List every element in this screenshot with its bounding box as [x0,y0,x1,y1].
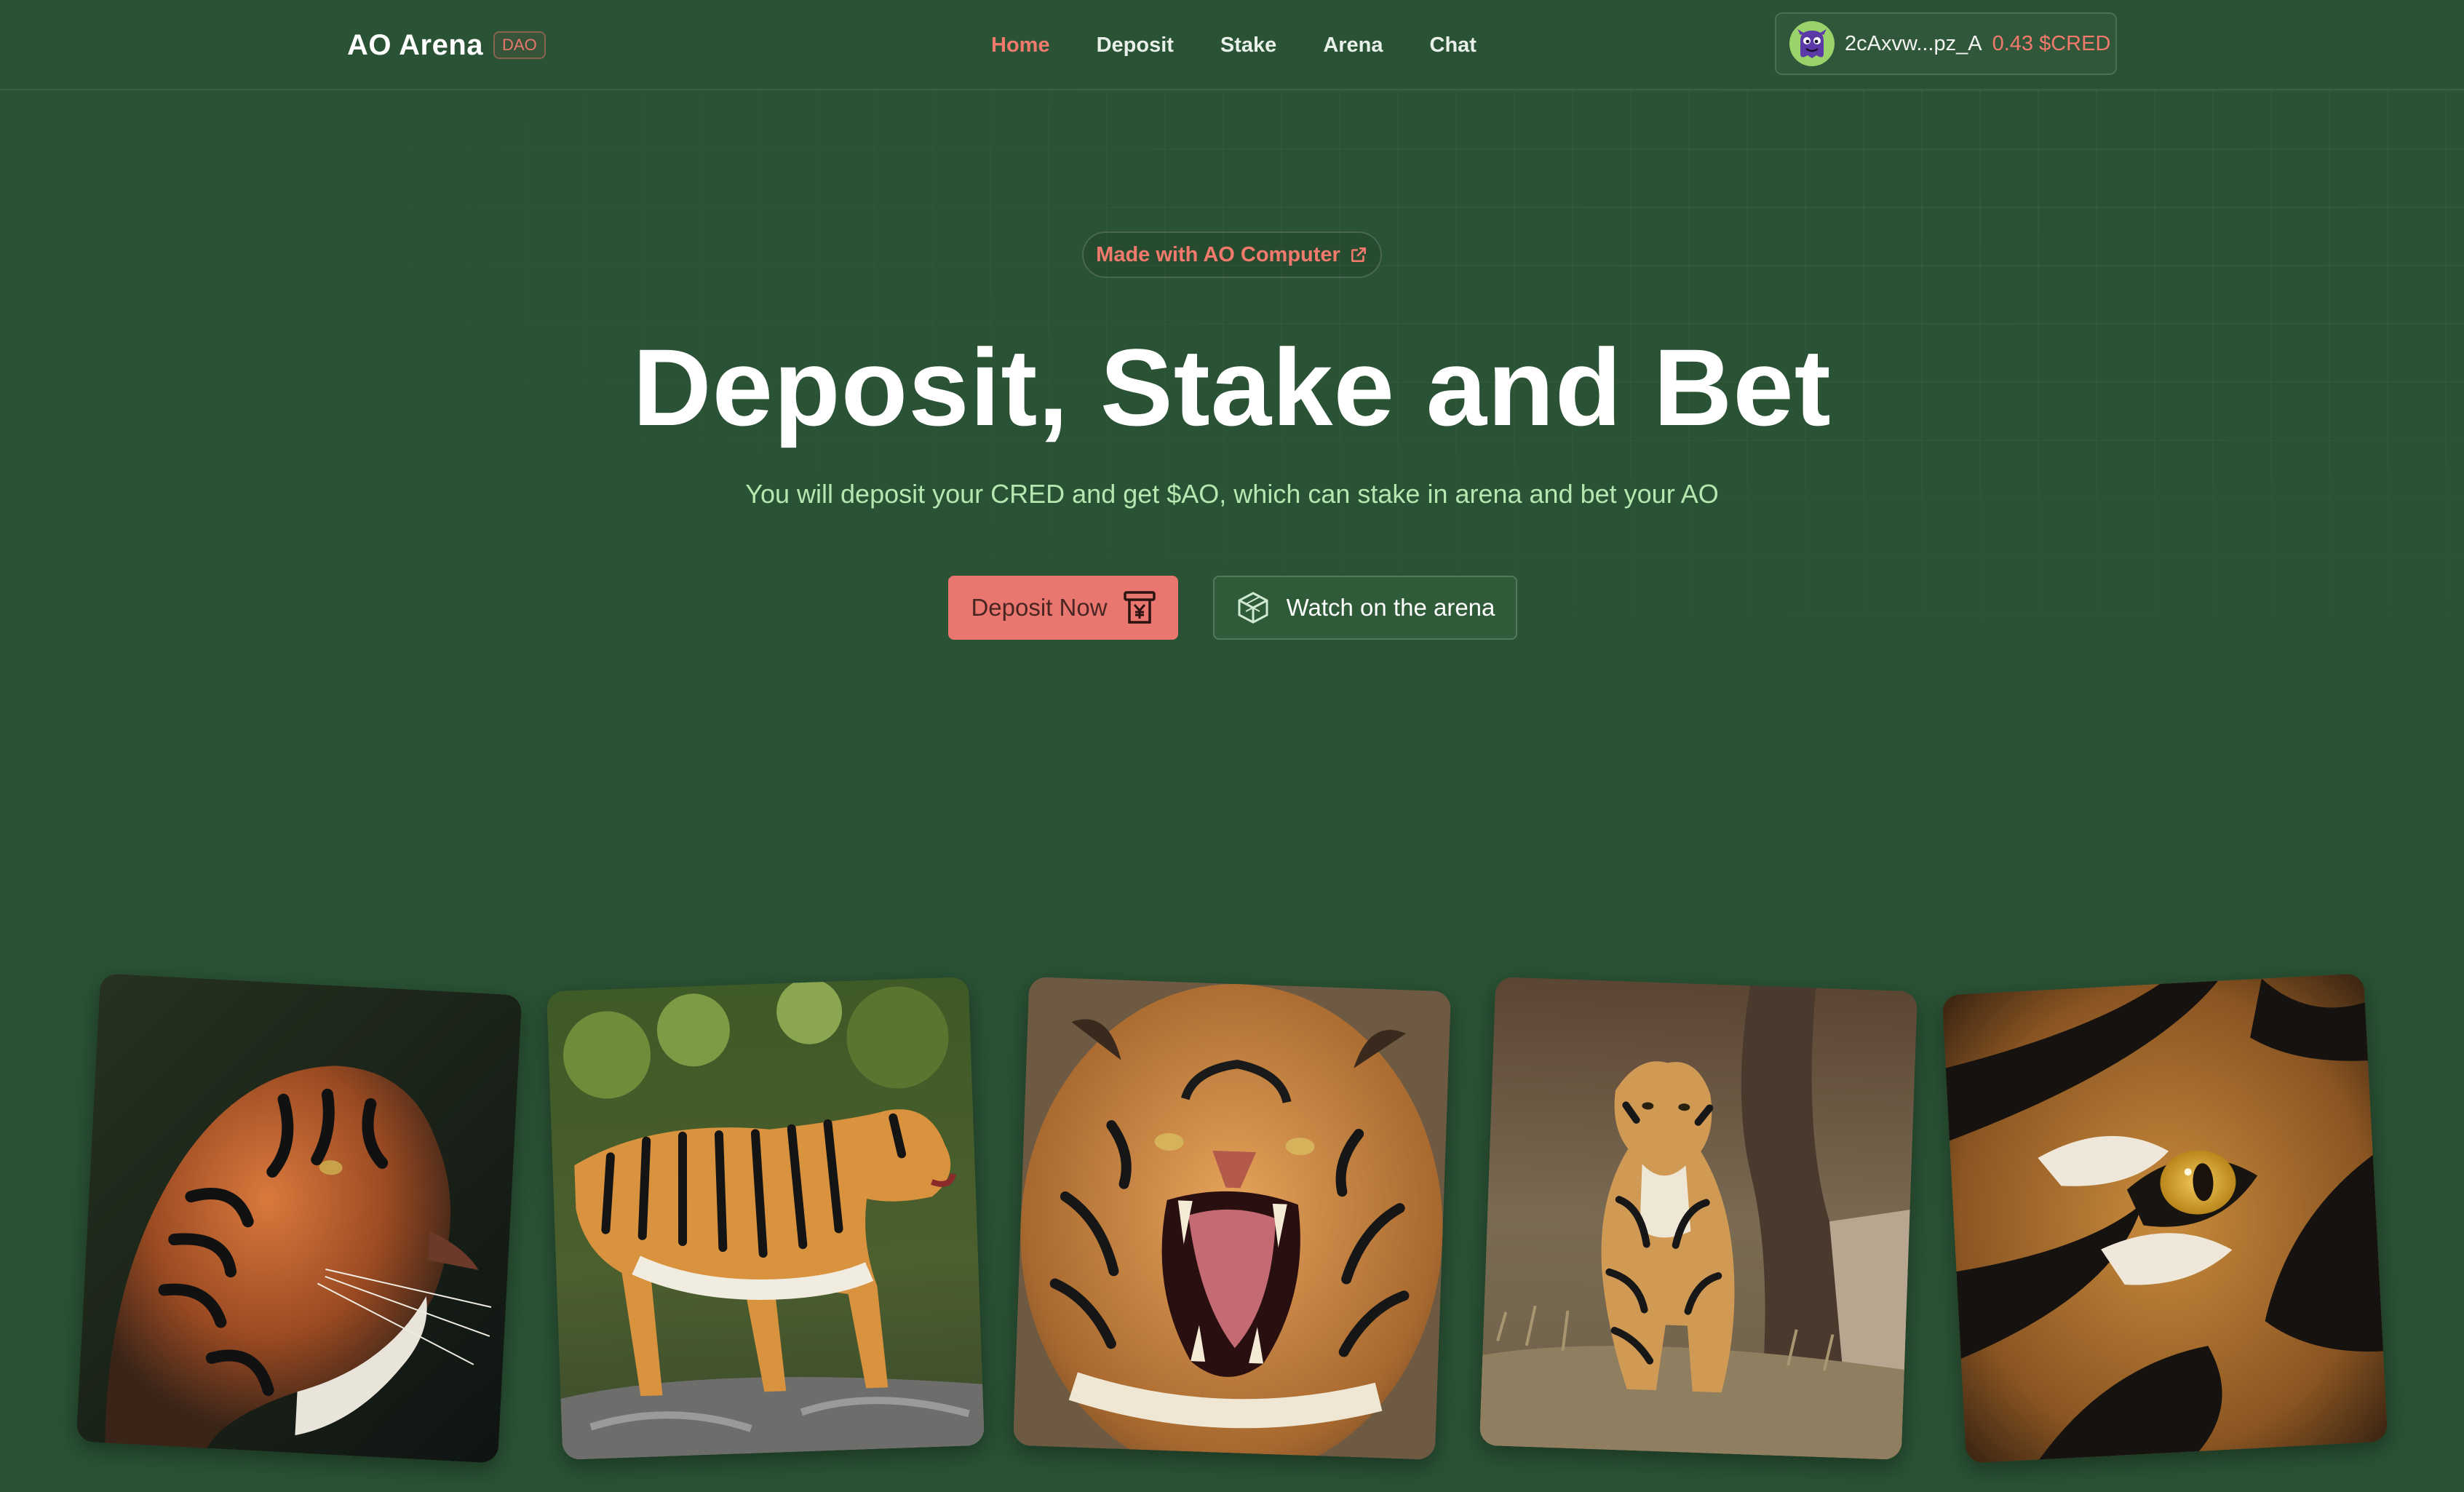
nav-chat[interactable]: Chat [1430,33,1477,57]
gallery-card-tiger-walking [546,977,985,1460]
tiger-walking-image [546,977,985,1460]
gallery-card-tiger-roaring [1012,977,1452,1460]
brand-title: AO Arena [347,28,484,61]
deposit-now-label: Deposit Now [971,594,1108,621]
main-nav: Home Deposit Stake Arena Chat [991,28,1477,63]
nav-stake[interactable]: Stake [1220,33,1276,57]
atm-yen-icon [1123,591,1156,624]
gallery-card-tiger-sitting [1479,977,1918,1460]
made-with-ao-link[interactable]: Made with AO Computer [1082,231,1382,278]
tiger-eye-image [1942,973,2388,1464]
tiger-sitting-image [1479,977,1918,1460]
watch-arena-button[interactable]: Watch on the arena [1213,576,1517,640]
avatar [1789,21,1835,66]
hero-subtitle: You will deposit your CRED and get $AO, … [745,479,1719,509]
wallet-address: 2cAxvw...pz_A [1845,31,1982,55]
nav-deposit[interactable]: Deposit [1097,33,1174,57]
nav-home[interactable]: Home [991,33,1050,57]
brand[interactable]: AO Arena DAO [347,25,546,66]
wallet-button[interactable]: 2cAxvw...pz_A 0.43 $CRED [1775,12,2117,75]
external-link-icon [1351,247,1366,262]
gallery-card-tiger-eye [1942,973,2388,1464]
hero-title: Deposit, Stake and Bet [632,326,1832,448]
nav-arena[interactable]: Arena [1323,33,1383,57]
purple-monster-avatar-icon [1797,29,1827,58]
arena-cube-icon [1238,592,1268,624]
dao-badge: DAO [493,31,546,59]
wallet-balance: 0.43 $CRED [1992,31,2111,55]
gallery-card-tiger-profile [76,973,522,1464]
deposit-now-button[interactable]: Deposit Now [948,576,1178,640]
made-with-ao-label: Made with AO Computer [1096,242,1340,266]
tiger-profile-image [76,973,522,1464]
tiger-roaring-image [1012,977,1452,1460]
top-navbar: AO Arena DAO Home Deposit Stake Arena Ch… [0,0,2464,90]
watch-arena-label: Watch on the arena [1286,594,1495,621]
